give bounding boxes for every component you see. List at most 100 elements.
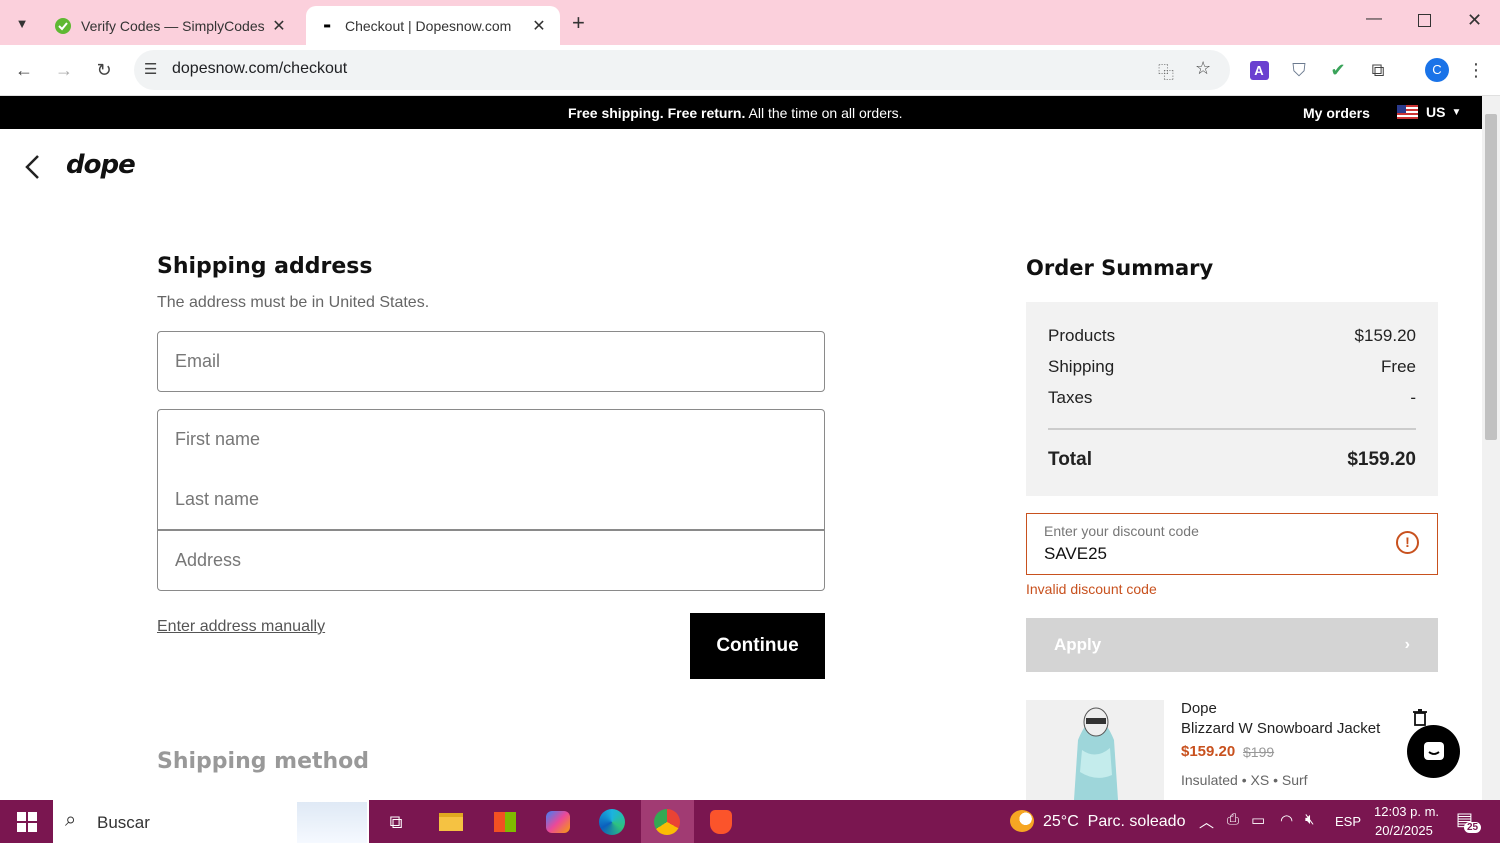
product-name[interactable]: Blizzard W Snowboard Jacket (1181, 720, 1380, 737)
url-text: dopesnow.com/checkout (172, 60, 348, 77)
profile-avatar[interactable]: C (1425, 58, 1449, 82)
ms-store-icon[interactable] (488, 805, 522, 839)
back-arrow-icon[interactable] (22, 154, 42, 185)
summary-row-shipping: Shipping Free (1048, 357, 1416, 377)
row-value: $159.20 (1354, 326, 1416, 345)
reload-icon[interactable]: ↻ (92, 58, 116, 82)
promo-bar: Free shipping. Free return. All the time… (0, 96, 1482, 129)
product-original-price: $199 (1243, 744, 1275, 760)
email-field[interactable] (157, 331, 825, 392)
page-scrollbar[interactable] (1482, 96, 1500, 800)
summary-row-products: Products $159.20 (1048, 326, 1416, 346)
product-price: $159.20 (1181, 743, 1236, 760)
search-placeholder: Buscar (97, 813, 150, 832)
windows-taskbar: ⌕ Buscar ⧉ 25°C Parc. soleado ︿ ⎙ ▭ ◠ 🔇︎… (0, 800, 1500, 843)
shipping-subtitle: The address must be in United States. (157, 294, 430, 311)
first-name-input[interactable] (175, 429, 824, 450)
volume-muted-icon[interactable]: 🔇︎ (1305, 811, 1314, 828)
simplycodes-extension-icon[interactable]: ✔ (1326, 58, 1350, 82)
enter-address-manually-link[interactable]: Enter address manually (157, 618, 325, 636)
email-input[interactable] (175, 351, 824, 372)
back-icon[interactable]: ← (12, 58, 36, 82)
edge-icon[interactable] (595, 805, 629, 839)
translate-icon[interactable]: ⿻ (1158, 59, 1174, 83)
chat-widget-icon[interactable] (1407, 725, 1460, 778)
discount-label: Enter your discount code (1044, 523, 1199, 539)
discount-code-field[interactable]: Enter your discount code SAVE25 ! (1026, 513, 1438, 575)
apply-button[interactable]: Apply › (1026, 618, 1438, 672)
taskbar-search-box[interactable]: ⌕ Buscar (53, 800, 369, 843)
summary-row-total: Total $159.20 (1048, 449, 1416, 471)
wifi-icon[interactable]: ◠ (1280, 811, 1293, 829)
tab-simplycodes[interactable]: Verify Codes — SimplyCodes ✕ (42, 6, 300, 45)
new-tab-icon[interactable]: + (572, 10, 585, 36)
shipping-address-title: Shipping address (157, 254, 373, 279)
summary-divider (1048, 428, 1416, 430)
language-indicator[interactable]: ESP (1335, 814, 1361, 829)
last-name-field[interactable] (157, 469, 825, 530)
extension-a-icon[interactable]: A (1247, 58, 1271, 82)
product-image (1026, 700, 1164, 800)
apply-label: Apply (1054, 635, 1102, 654)
task-view-icon[interactable]: ⧉ (379, 805, 413, 839)
scrollbar-thumb[interactable] (1485, 114, 1497, 440)
promo-rest: All the time on all orders. (745, 105, 903, 121)
product-details: Insulated • XS • Surf (1181, 772, 1308, 788)
country-code: US (1426, 104, 1446, 120)
bookmark-star-icon[interactable]: ☆ (1195, 58, 1211, 79)
copilot-icon[interactable] (541, 805, 575, 839)
weather-text[interactable]: 25°C Parc. soleado (1043, 813, 1185, 831)
tab-title: Verify Codes — SimplyCodes (81, 17, 265, 34)
order-summary-title: Order Summary (1026, 256, 1214, 280)
first-name-field[interactable] (157, 409, 825, 470)
chrome-icon[interactable] (650, 805, 684, 839)
continue-label: Continue (716, 635, 799, 656)
minimize-icon[interactable]: — (1366, 10, 1382, 28)
chevron-down-icon: ▼ (1451, 106, 1462, 118)
summary-box: Products $159.20 Shipping Free Taxes - T… (1026, 302, 1438, 496)
discount-input-value[interactable]: SAVE25 (1044, 544, 1107, 564)
checkout-page: Free shipping. Free return. All the time… (0, 96, 1482, 800)
total-value: $159.20 (1347, 449, 1416, 470)
dope-favicon-icon: ▬ (323, 21, 331, 30)
profile-initial: C (1425, 58, 1449, 82)
tab-list-chevron-icon[interactable]: ▼ (10, 12, 34, 34)
notifications-count: 25 (1464, 822, 1482, 833)
close-tab-icon[interactable]: ✕ (270, 16, 288, 36)
forward-icon[interactable]: → (52, 58, 76, 82)
address-input[interactable] (175, 550, 824, 571)
continue-button[interactable]: Continue (690, 613, 825, 679)
file-explorer-icon[interactable] (434, 805, 468, 839)
weather-icon (1010, 810, 1034, 832)
clock-date[interactable]: 20/2/2025 (1375, 823, 1433, 838)
promo-bold: Free shipping. Free return. (568, 105, 746, 121)
tray-meet-icon[interactable]: ⎙ (1227, 811, 1239, 828)
close-window-icon[interactable]: ✕ (1467, 10, 1482, 31)
error-alert-icon: ! (1396, 531, 1419, 554)
tab-checkout[interactable]: ▬ Checkout | Dopesnow.com ✕ (306, 6, 560, 45)
address-field[interactable] (157, 530, 825, 591)
dope-logo[interactable]: dope (66, 150, 136, 180)
promo-message: Free shipping. Free return. All the time… (568, 105, 903, 121)
browser-tab-bar: ▼ Verify Codes — SimplyCodes ✕ ▬ Checkou… (0, 0, 1500, 45)
clock-time[interactable]: 12:03 p. m. (1374, 804, 1439, 819)
country-selector[interactable]: US ▼ (1397, 104, 1461, 120)
site-info-icon[interactable]: ☰ (144, 60, 157, 78)
battery-icon[interactable]: ▭ (1251, 811, 1265, 829)
address-bar[interactable]: ☰ dopesnow.com/checkout ⿻ ☆ (134, 50, 1230, 90)
shipping-method-title: Shipping method (157, 749, 370, 774)
shield-extension-icon[interactable]: ⛉ (1287, 58, 1311, 82)
us-flag-icon (1397, 105, 1418, 119)
tray-chevron-icon[interactable]: ︿ (1199, 811, 1214, 832)
extensions-puzzle-icon[interactable]: ⧉ (1366, 58, 1390, 82)
last-name-input[interactable] (175, 488, 824, 510)
brave-icon[interactable] (704, 805, 738, 839)
product-brand: Dope (1181, 700, 1217, 717)
row-label: Products (1048, 326, 1116, 345)
windows-start-icon[interactable] (10, 805, 44, 839)
search-icon: ⌕ (65, 809, 77, 831)
close-tab-icon[interactable]: ✕ (530, 16, 548, 36)
restore-icon[interactable] (1418, 14, 1431, 27)
my-orders-link[interactable]: My orders (1303, 105, 1370, 121)
menu-kebab-icon[interactable]: ⋮ (1464, 58, 1488, 82)
